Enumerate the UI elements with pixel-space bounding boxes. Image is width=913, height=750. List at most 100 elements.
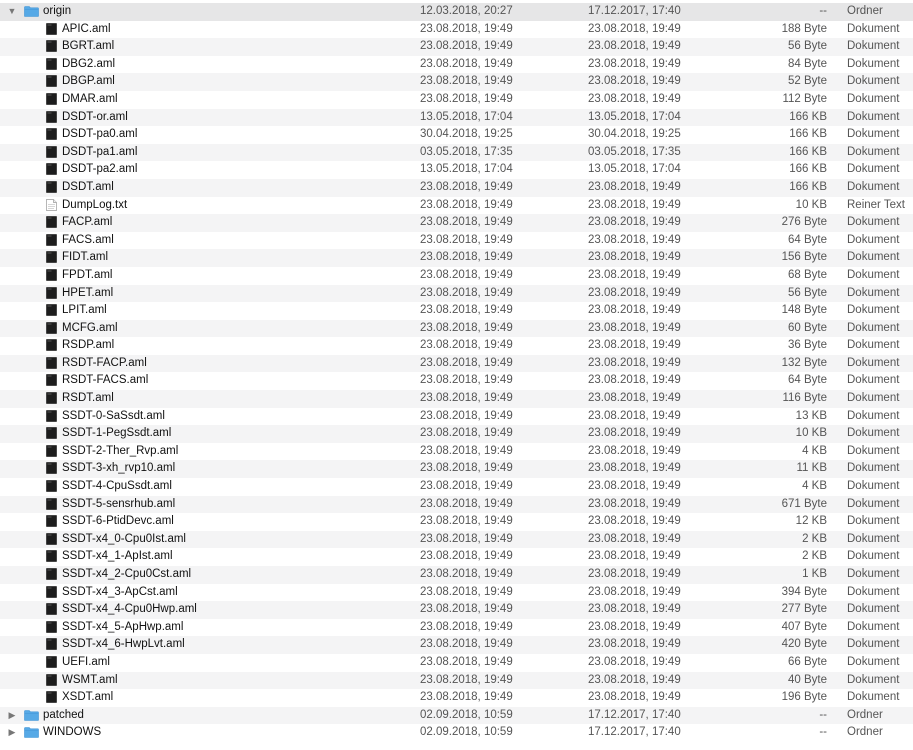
triangle-right-icon[interactable]: ▶ xyxy=(7,707,17,725)
file-row[interactable]: SSDT-x4_0-Cpu0Ist.aml 23.08.2018, 19:49 23… xyxy=(0,530,913,549)
file-kind: Dokument xyxy=(847,40,900,53)
item-name: SSDT-x4_2-Cpu0Cst.aml xyxy=(62,568,192,580)
file-row[interactable]: DSDT-pa2.aml 13.05.2018, 17:04 13.05.2018,… xyxy=(0,161,913,179)
file-row[interactable]: BGRT.aml 23.08.2018, 19:49 23.08.2018, 19:… xyxy=(0,38,913,56)
file-kind: Reiner Text xyxy=(847,198,905,211)
file-row[interactable]: SSDT-x4_6-HwpLvt.aml 23.08.2018, 19:49 23.… xyxy=(0,636,913,654)
text-file-icon xyxy=(46,198,57,211)
file-row[interactable]: FIDT.aml 23.08.2018, 19:49 23.08.2018, 19:… xyxy=(0,249,913,267)
item-name: WINDOWS xyxy=(43,726,102,739)
item-name: SSDT-4-CpuSsdt.aml xyxy=(62,480,172,493)
file-row[interactable]: FACS.aml 23.08.2018, 19:49 23.08.2018, 19:… xyxy=(0,231,913,250)
binary-file-icon xyxy=(46,673,57,686)
binary-file-icon xyxy=(46,621,57,633)
file-row[interactable]: SSDT-5-sensrhub.aml 23.08.2018, 19:49 23.0… xyxy=(0,495,913,514)
folder-icon xyxy=(24,727,39,739)
file-row[interactable]: SSDT-x4_4-Cpu0Hwp.aml 23.08.2018, 19:49 23… xyxy=(0,601,913,619)
file-row[interactable]: LPIT.aml 23.08.2018, 19:49 23.08.2018, 19:… xyxy=(0,302,913,320)
triangle-down-icon[interactable]: ▼ xyxy=(7,3,17,21)
binary-file-icon xyxy=(46,357,57,369)
file-size: 10 KB xyxy=(795,427,827,440)
binary-file-icon xyxy=(46,286,57,299)
item-name: origin xyxy=(43,5,72,17)
file-row[interactable]: WSMT.aml 23.08.2018, 19:49 23.08.2018, 19:… xyxy=(0,671,913,690)
modified-date: 23.08.2018, 19:49 xyxy=(420,550,513,563)
file-row[interactable]: DSDT.aml 23.08.2018, 19:49 23.08.2018, 19:… xyxy=(0,178,913,197)
file-row[interactable]: SSDT-3-xh_rvp10.aml 23.08.2018, 19:49 23.0… xyxy=(0,460,913,479)
file-row[interactable]: FPDT.aml 23.08.2018, 19:49 23.08.2018, 19:… xyxy=(0,266,913,285)
folder-row[interactable]: ▼ origin 12.03.2018, 20:27 17.12.2017, 17:4… xyxy=(0,3,913,21)
file-row[interactable]: SSDT-x4_1-ApIst.aml 23.08.2018, 19:49 23.0… xyxy=(0,548,913,566)
modified-date: 23.08.2018, 19:49 xyxy=(420,585,513,598)
file-kind: Dokument xyxy=(847,163,900,176)
file-row[interactable]: HPET.aml 23.08.2018, 19:49 23.08.2018, 19:… xyxy=(0,284,913,303)
created-date: 23.08.2018, 19:49 xyxy=(588,321,681,334)
binary-file-icon xyxy=(46,339,57,352)
modified-date: 23.08.2018, 19:49 xyxy=(420,22,513,35)
file-row[interactable]: DBG2.aml 23.08.2018, 19:49 23.08.2018, 19:… xyxy=(0,55,913,74)
file-kind: Dokument xyxy=(847,339,900,352)
file-size: 420 Byte xyxy=(781,638,827,651)
modified-date: 23.08.2018, 19:49 xyxy=(420,392,513,405)
file-kind: Dokument xyxy=(847,286,900,299)
file-row[interactable]: APIC.aml 23.08.2018, 19:49 23.08.2018, 19:… xyxy=(0,20,913,39)
created-date: 23.08.2018, 19:49 xyxy=(588,673,681,686)
file-kind: Dokument xyxy=(847,550,900,563)
file-row[interactable]: DSDT-or.aml 13.05.2018, 17:04 13.05.2018, … xyxy=(0,108,913,127)
file-row[interactable]: DMAR.aml 23.08.2018, 19:49 23.08.2018, 19:… xyxy=(0,90,913,109)
triangle-right-icon[interactable]: ▶ xyxy=(7,724,17,742)
file-kind: Dokument xyxy=(847,57,900,70)
file-size: 166 KB xyxy=(789,180,827,193)
modified-date: 23.08.2018, 19:49 xyxy=(420,304,513,317)
file-row[interactable]: SSDT-0-SaSsdt.aml 23.08.2018, 19:49 23.08.… xyxy=(0,407,913,426)
created-date: 23.08.2018, 19:49 xyxy=(588,339,681,352)
file-row[interactable]: SSDT-4-CpuSsdt.aml 23.08.2018, 19:49 23.08… xyxy=(0,478,913,496)
file-row[interactable]: SSDT-1-PegSsdt.aml 23.08.2018, 19:49 23.08… xyxy=(0,425,913,443)
file-row[interactable]: SSDT-x4_2-Cpu0Cst.aml 23.08.2018, 19:49 23… xyxy=(0,566,913,584)
file-row[interactable]: DBGP.aml 23.08.2018, 19:49 23.08.2018, 19:… xyxy=(0,73,913,91)
binary-file-icon xyxy=(46,181,57,193)
item-name: LPIT.aml xyxy=(62,304,107,317)
binary-file-icon xyxy=(46,497,57,510)
file-row[interactable]: MCFG.aml 23.08.2018, 19:49 23.08.2018, 19:… xyxy=(0,319,913,338)
modified-date: 23.08.2018, 19:49 xyxy=(420,620,513,633)
item-name: patched xyxy=(43,708,84,721)
file-row[interactable]: RSDP.aml 23.08.2018, 19:49 23.08.2018, 19:… xyxy=(0,337,913,355)
created-date: 23.08.2018, 19:49 xyxy=(588,198,681,211)
file-list: ▼ origin 12.03.2018, 20:27 17.12.2017, 17:4… xyxy=(0,3,913,742)
binary-file-icon xyxy=(46,550,57,563)
binary-file-icon xyxy=(46,585,57,598)
binary-file-icon xyxy=(46,374,57,387)
file-row[interactable]: UEFI.aml 23.08.2018, 19:49 23.08.2018, 19:… xyxy=(0,653,913,672)
file-row[interactable]: RSDT-FACP.aml 23.08.2018, 19:49 23.08.2018… xyxy=(0,354,913,373)
file-size: 52 Byte xyxy=(788,75,827,88)
created-date: 13.05.2018, 17:04 xyxy=(588,110,681,123)
file-row[interactable]: DSDT-pa1.aml 03.05.2018, 17:35 03.05.2018,… xyxy=(0,143,913,162)
file-row[interactable]: DumpLog.txt 23.08.2018, 19:49 23.08.2018, … xyxy=(0,196,913,215)
file-row[interactable]: SSDT-x4_5-ApHwp.aml 23.08.2018, 19:49 23.0… xyxy=(0,618,913,637)
file-size: 1 KB xyxy=(802,568,827,580)
file-kind: Dokument xyxy=(847,356,900,369)
file-row[interactable]: DSDT-pa0.aml 30.04.2018, 19:25 30.04.2018,… xyxy=(0,126,913,144)
folder-row[interactable]: ▶ patched 02.09.2018, 10:59 17.12.2017, 17:… xyxy=(0,706,913,725)
binary-file-icon xyxy=(46,638,57,651)
binary-file-icon xyxy=(46,691,57,703)
created-date: 23.08.2018, 19:49 xyxy=(588,75,681,88)
item-name: FPDT.aml xyxy=(62,268,113,281)
item-name: MCFG.aml xyxy=(62,321,118,334)
file-size: 188 Byte xyxy=(781,22,827,35)
file-row[interactable]: SSDT-6-PtidDevc.aml 23.08.2018, 19:49 23.0… xyxy=(0,513,913,531)
file-row[interactable]: SSDT-x4_3-ApCst.aml 23.08.2018, 19:49 23.0… xyxy=(0,583,913,602)
file-row[interactable]: XSDT.aml 23.08.2018, 19:49 23.08.2018, 19:… xyxy=(0,689,913,707)
file-row[interactable]: FACP.aml 23.08.2018, 19:49 23.08.2018, 19:… xyxy=(0,214,913,232)
created-date: 23.08.2018, 19:49 xyxy=(588,480,681,493)
modified-date: 23.08.2018, 19:49 xyxy=(420,57,513,70)
file-size: 56 Byte xyxy=(788,286,827,299)
file-row[interactable]: SSDT-2-Ther_Rvp.aml 23.08.2018, 19:49 23.0… xyxy=(0,442,913,461)
folder-row[interactable]: ▶ WINDOWS 02.09.2018, 10:59 17.12.2017, 17:… xyxy=(0,724,913,742)
file-size: 166 KB xyxy=(789,145,827,158)
file-row[interactable]: RSDT-FACS.aml 23.08.2018, 19:49 23.08.2018… xyxy=(0,372,913,391)
modified-date: 23.08.2018, 19:49 xyxy=(420,409,513,422)
file-row[interactable]: RSDT.aml 23.08.2018, 19:49 23.08.2018, 19:… xyxy=(0,390,913,408)
binary-file-icon xyxy=(46,568,57,580)
